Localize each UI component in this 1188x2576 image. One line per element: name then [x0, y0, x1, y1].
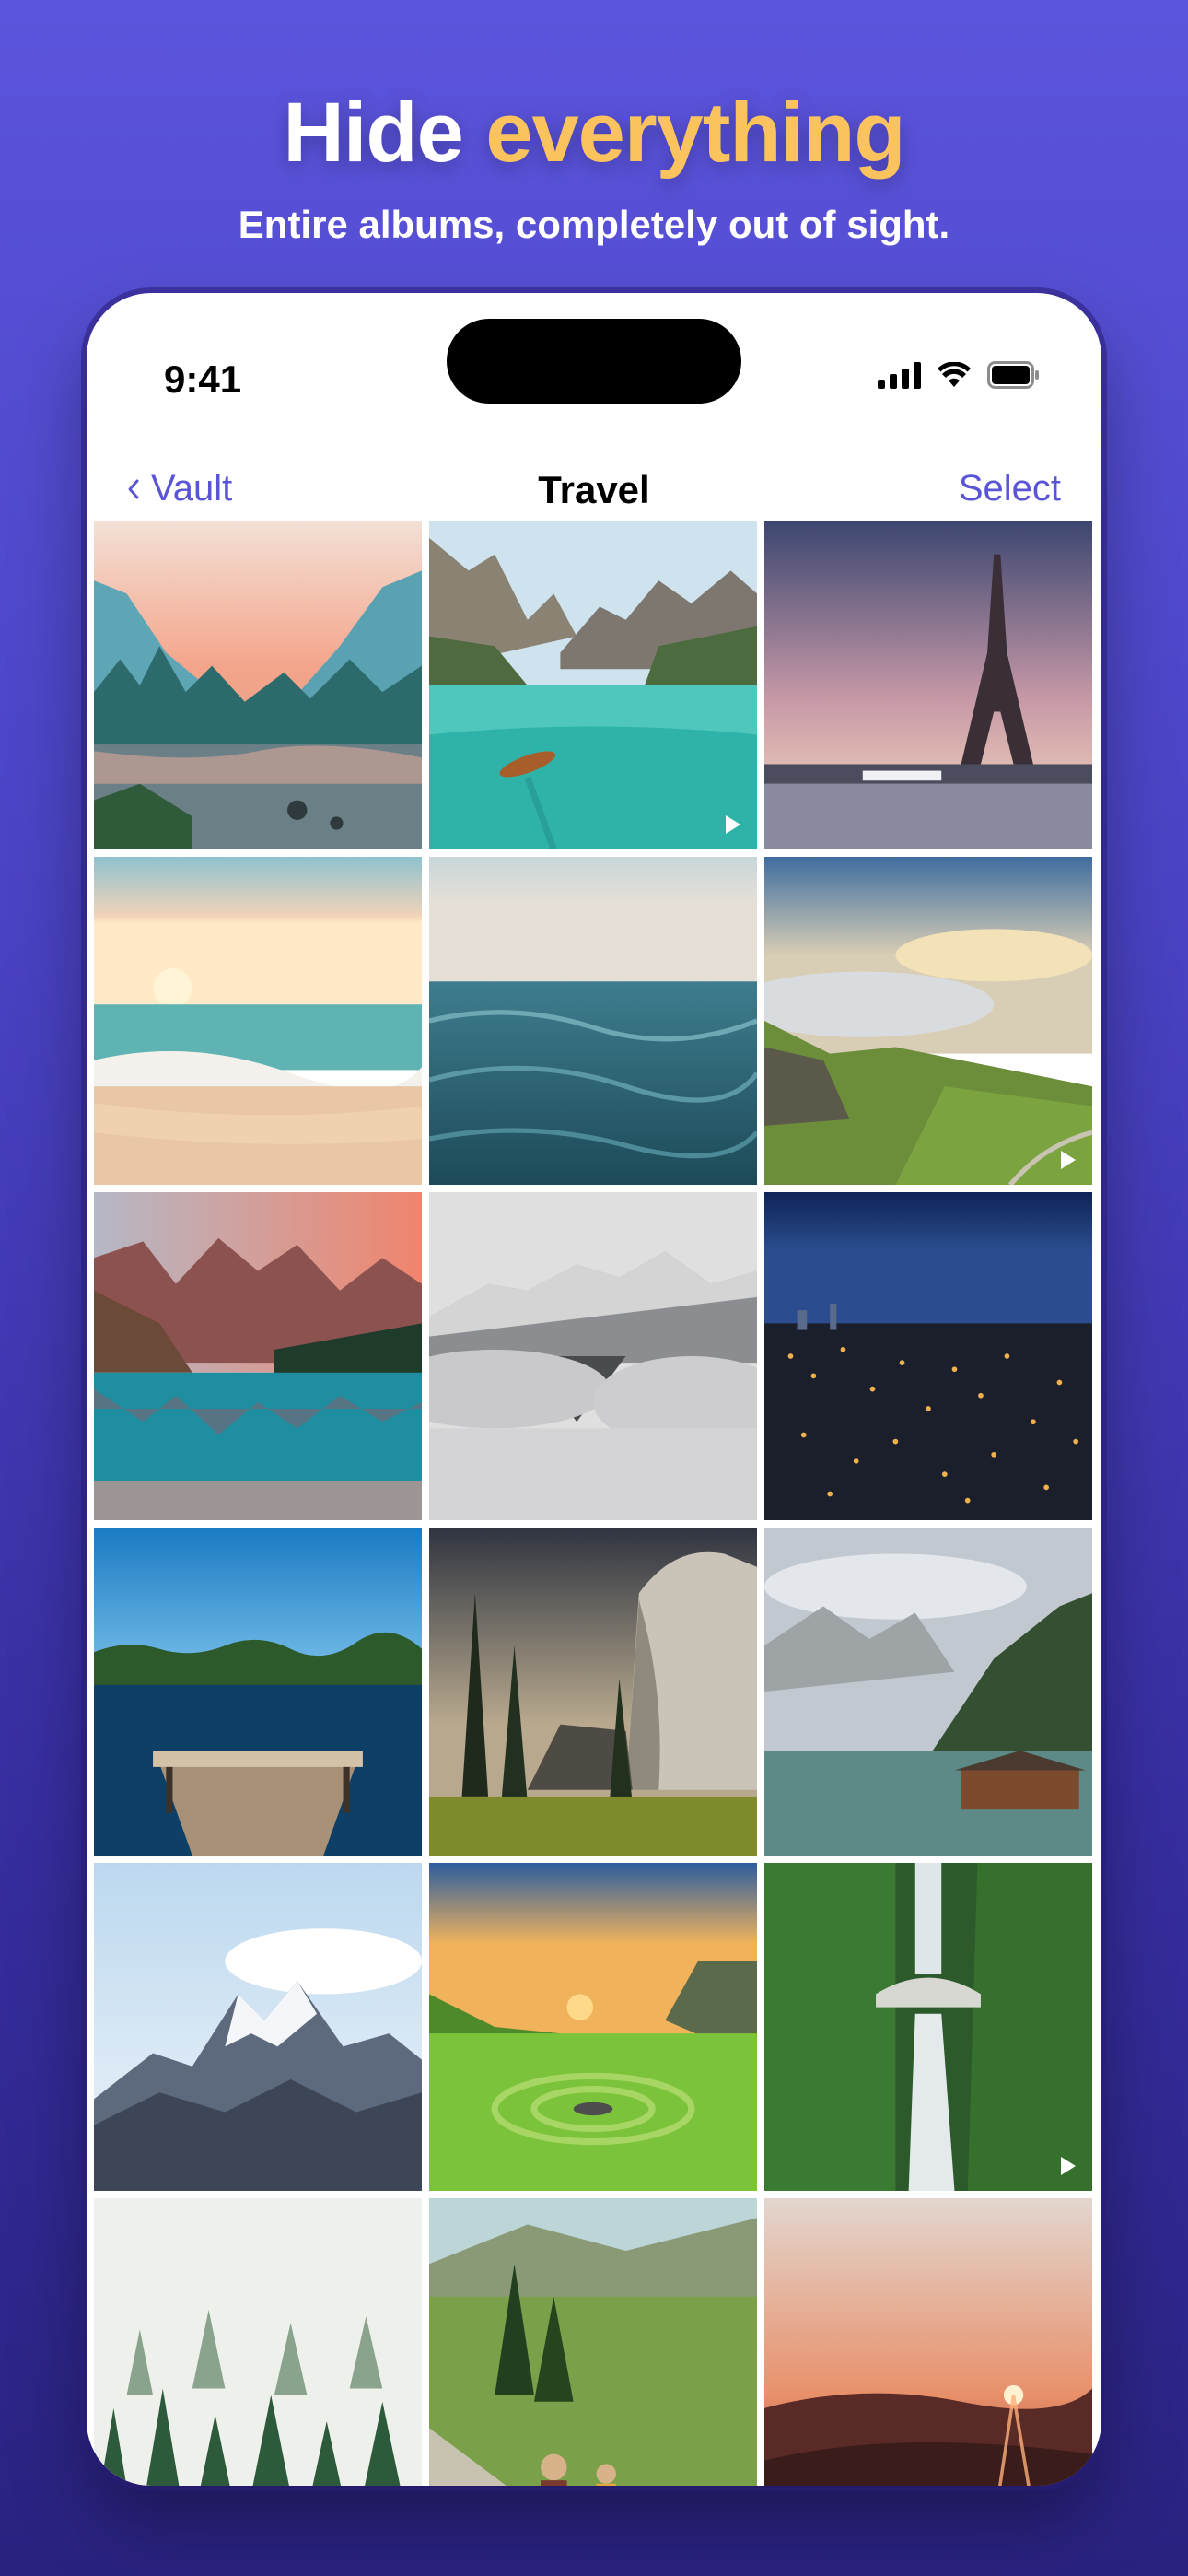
- photo-green-valley-sunset[interactable]: [429, 1863, 757, 2191]
- photo-misty-mountain[interactable]: [429, 1192, 757, 1520]
- photo-lakeside-cabin[interactable]: [764, 1528, 1092, 1856]
- photo-eiffel-tower[interactable]: [764, 521, 1092, 849]
- photo-mountain-lake-reflection[interactable]: [94, 1192, 422, 1520]
- play-icon: [726, 815, 740, 834]
- headline: Hide everything: [0, 85, 1188, 181]
- signal-icon: [878, 361, 921, 389]
- headline-accent: everything: [485, 86, 905, 180]
- photo-lake-dock[interactable]: [94, 1528, 422, 1856]
- photo-granite-cliff-forest[interactable]: [429, 1528, 757, 1856]
- status-icons: [878, 361, 1041, 389]
- photo-ocean-water[interactable]: [429, 857, 757, 1185]
- photo-hikers-meadow[interactable]: [429, 2198, 757, 2486]
- photo-waterfall-bridge[interactable]: [764, 1863, 1092, 2191]
- wifi-icon: [938, 362, 971, 387]
- photo-foggy-forest[interactable]: [94, 2198, 422, 2486]
- photo-cliff-clouds[interactable]: [764, 857, 1092, 1185]
- photo-grid: [94, 521, 1096, 2486]
- select-button[interactable]: Select: [959, 468, 1061, 509]
- photo-valley-river[interactable]: [94, 521, 422, 849]
- photo-mountain-sunset[interactable]: [764, 2198, 1092, 2486]
- play-icon: [1061, 1151, 1076, 1169]
- battery-icon: [987, 361, 1039, 389]
- phone-frame: 9:41 Vault Travel Select: [87, 293, 1101, 2486]
- photo-beach-sunset[interactable]: [94, 857, 422, 1185]
- photo-lake-boat[interactable]: [429, 521, 757, 849]
- album-title: Travel: [538, 468, 650, 511]
- status-time: 9:41: [164, 357, 242, 401]
- photo-city-lights[interactable]: [764, 1192, 1092, 1520]
- subheadline: Entire albums, completely out of sight.: [238, 203, 950, 246]
- play-icon: [1061, 2157, 1076, 2175]
- headline-part1: Hide: [283, 86, 463, 180]
- dynamic-island: [447, 319, 741, 404]
- photo-snowy-peak[interactable]: [94, 1863, 422, 2191]
